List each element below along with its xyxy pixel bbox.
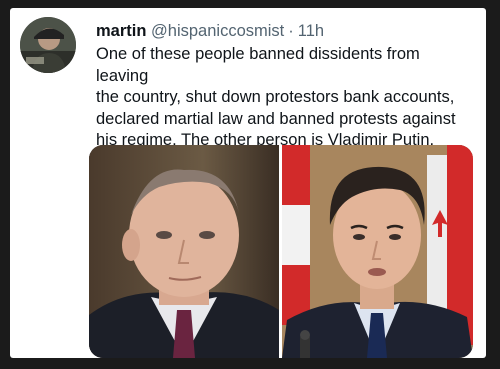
avatar-image — [20, 17, 76, 73]
screenshot-frame: martin @hispaniccosmist · 11h One of these… — [0, 0, 500, 369]
handle[interactable]: @hispaniccosmist — [151, 22, 284, 40]
tweet-media[interactable] — [89, 145, 473, 358]
right-photo[interactable] — [282, 145, 473, 358]
tweet-header: martin @hispaniccosmist · 11h — [96, 20, 324, 42]
tweet-card[interactable]: martin @hispaniccosmist · 11h One of these… — [10, 8, 486, 358]
separator-dot: · — [288, 22, 294, 40]
left-photo-image — [89, 145, 279, 358]
display-name[interactable]: martin — [96, 22, 146, 40]
left-photo[interactable] — [89, 145, 279, 358]
tweet-text: One of these people banned dissidents fr… — [96, 45, 456, 149]
timestamp[interactable]: 11h — [298, 22, 324, 40]
avatar[interactable] — [20, 17, 76, 73]
right-photo-image — [282, 145, 473, 358]
